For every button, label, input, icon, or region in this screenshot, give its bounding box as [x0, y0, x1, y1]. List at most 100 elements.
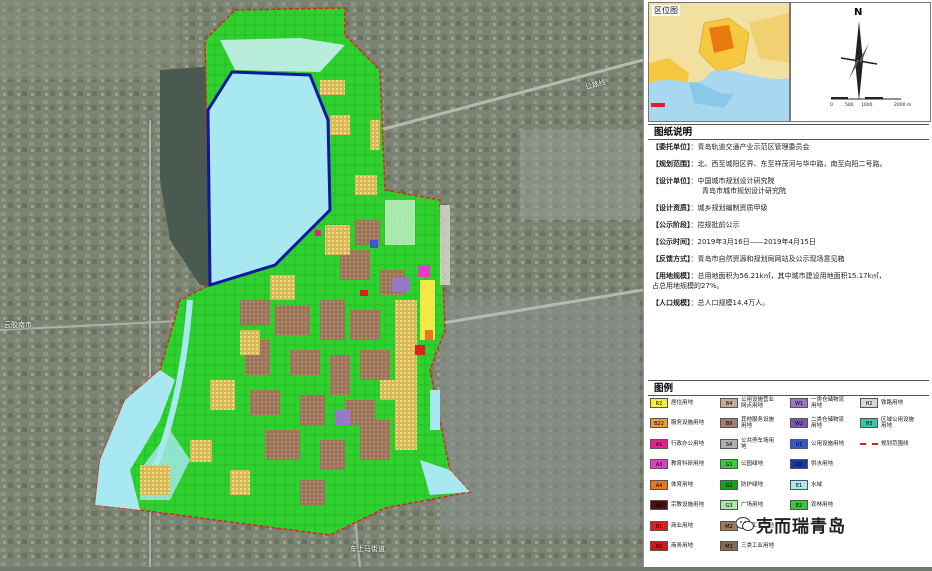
- legend-item: B9 其他服务设施用地: [720, 417, 779, 430]
- land-use-map[interactable]: 云胶南市 车上马街道 公路线: [0, 0, 644, 568]
- legend-swatch: A3: [650, 459, 668, 469]
- legend-item: H3 区域公用设施用地: [860, 417, 919, 430]
- legend-item: E1 水域: [790, 478, 849, 491]
- legend-item: W2 二类仓储物流用地: [790, 417, 849, 430]
- scale-label-1: 500: [845, 103, 854, 108]
- scale-label-2: 1000: [861, 103, 873, 108]
- legend-label: 体育用地: [671, 481, 694, 488]
- legend-swatch: B1: [650, 520, 668, 531]
- note-row-feedback: 【反馈方式】：青岛市自然资源和规划局网站及公示现场意见箱: [652, 255, 845, 263]
- legend-title: 图例: [648, 380, 929, 396]
- legend-label: 二类仓储物流用地: [811, 417, 845, 429]
- legend-label: 居住用地: [671, 399, 694, 406]
- legend-item: A9 宗教设施用地: [650, 499, 709, 512]
- legend-label: 区域公用设施用地: [881, 417, 915, 429]
- note-row-qualification: 【设计资质】：城乡规划编制资质甲级: [652, 204, 768, 212]
- note-row-client: 【委托单位】：青岛轨道交通产业示范区管理委员会: [652, 143, 810, 151]
- legend-label: 广场用地: [741, 502, 764, 508]
- legend-swatch: W2: [790, 418, 808, 428]
- scale-label-3: 2000 m: [894, 103, 912, 108]
- legend-item: 规划范围线: [860, 437, 919, 450]
- map-label-west: 云胶南市: [4, 321, 32, 329]
- legend-label: 教育科研用地: [671, 461, 705, 467]
- legend-item: G1 公园绿地: [720, 458, 779, 471]
- warehouse-block: [392, 278, 410, 292]
- scale-label-0: 0: [830, 103, 833, 108]
- legend-item: W1 一类仓储物流用地: [790, 396, 849, 409]
- legend-swatch: B22: [650, 418, 668, 428]
- map-label-south: 车上马街道: [350, 545, 385, 553]
- legend-swatch: H2: [860, 397, 878, 408]
- legend-item: U2 供水用地: [790, 458, 849, 471]
- legend-swatch: M3: [720, 541, 738, 551]
- info-panel: 区位图 N 0 500 1000 2000 m 图纸说明 【委托单位】：青岛轨道…: [643, 0, 932, 567]
- legend-item: B2 商务用地: [650, 540, 709, 553]
- legend-label: 规划范围线: [881, 440, 909, 447]
- commercial-block: [415, 345, 425, 355]
- legend-label: 其他服务设施用地: [741, 417, 775, 429]
- legend-swatch: U1: [790, 438, 808, 449]
- note-row-scope: 【规划范围】：北、西至城阳区界、东至祥茂河与华中路，南至向阳二号路。: [652, 160, 887, 168]
- legend-item: E2 农林用地: [790, 499, 849, 512]
- note-row-time: 【公示时间】：2019年3月16日——2019年4月15日: [652, 238, 816, 246]
- legend-swatch: B2: [650, 541, 668, 551]
- legend-label: 公用设施用地: [811, 440, 845, 447]
- north-arrow-box: N 0 500 1000 2000 m: [790, 2, 931, 122]
- legend-label: 服务设施用地: [671, 420, 705, 426]
- legend-swatch: B9: [720, 418, 738, 428]
- legend-label: 供水用地: [811, 461, 834, 467]
- location-inset-map: [649, 3, 789, 121]
- note-row-stage: 【公示阶段】：控规批前公示: [652, 221, 740, 229]
- legend-swatch: R2: [650, 397, 668, 408]
- legend-swatch: G3: [720, 500, 738, 510]
- note-row-designer: 【设计单位】：中国城市规划设计研究院 青岛市城市规划设计研究院: [652, 177, 786, 195]
- legend-item: A4 体育用地: [650, 478, 709, 491]
- legend-label: 宗教设施用地: [671, 502, 705, 508]
- location-inset: 区位图: [648, 2, 790, 122]
- legend-swatch: A4: [650, 479, 668, 490]
- legend-swatch: [860, 442, 878, 445]
- drawing-notes: 【委托单位】：青岛轨道交通产业示范区管理委员会 【规划范围】：北、西至城阳区界、…: [648, 142, 929, 315]
- location-inset-title: 区位图: [652, 5, 680, 16]
- note-row-population: 【人口规模】：总人口规模14.4万人。: [652, 299, 770, 307]
- legend-item: H2 铁路用地: [860, 396, 919, 409]
- legend-item: R2 居住用地: [650, 396, 709, 409]
- legend-swatch: G1: [720, 459, 738, 469]
- legend-swatch: E1: [790, 479, 808, 490]
- legend-item: A1 行政办公用地: [650, 437, 709, 450]
- notes-title: 图纸说明: [648, 124, 929, 140]
- legend-label: 公园绿地: [741, 461, 764, 467]
- wechat-icon: [736, 517, 754, 531]
- legend-label: 三类工业用地: [741, 543, 775, 549]
- legend-label: 一类仓储物流用地: [811, 396, 845, 409]
- legend-swatch: S4: [720, 438, 738, 449]
- legend-item: G3 广场用地: [720, 499, 779, 512]
- legend-label: 防护绿地: [741, 481, 764, 488]
- legend-item: U1 公用设施用地: [790, 437, 849, 450]
- legend-label: 行政办公用地: [671, 440, 705, 447]
- legend-swatch: E2: [790, 500, 808, 510]
- legend-item: G2 防护绿地: [720, 478, 779, 491]
- legend-swatch: U2: [790, 459, 808, 469]
- education-block: [418, 265, 430, 277]
- urban-area: [440, 300, 640, 530]
- legend-label: 水域: [811, 481, 823, 488]
- note-row-area: 【用地规模】：总用地面积为56.21k㎡，其中城市建设用地面积15.17k㎡，占…: [652, 272, 886, 290]
- watermark: 克而瑞青岛: [756, 517, 846, 537]
- legend-item: A3 教育科研用地: [650, 458, 709, 471]
- legend-swatch: A1: [650, 438, 668, 449]
- legend-label: 铁路用地: [881, 399, 904, 406]
- legend-swatch: W1: [790, 397, 808, 408]
- legend-swatch: G2: [720, 479, 738, 490]
- legend-label: 公用设施营业网点用地: [741, 396, 775, 409]
- legend-item: M3 三类工业用地: [720, 540, 779, 553]
- legend-label: 公共停车场用地: [741, 437, 775, 450]
- map-canvas: [0, 0, 644, 568]
- legend-swatch: H3: [860, 418, 878, 428]
- legend-label: 商务用地: [671, 543, 694, 549]
- legend-item: B1 商业用地: [650, 519, 709, 532]
- legend-swatch: B4: [720, 397, 738, 408]
- legend-item: B4 公用设施营业网点用地: [720, 396, 779, 409]
- legend-label: 商业用地: [671, 522, 694, 529]
- legend-label: 农林用地: [811, 502, 834, 508]
